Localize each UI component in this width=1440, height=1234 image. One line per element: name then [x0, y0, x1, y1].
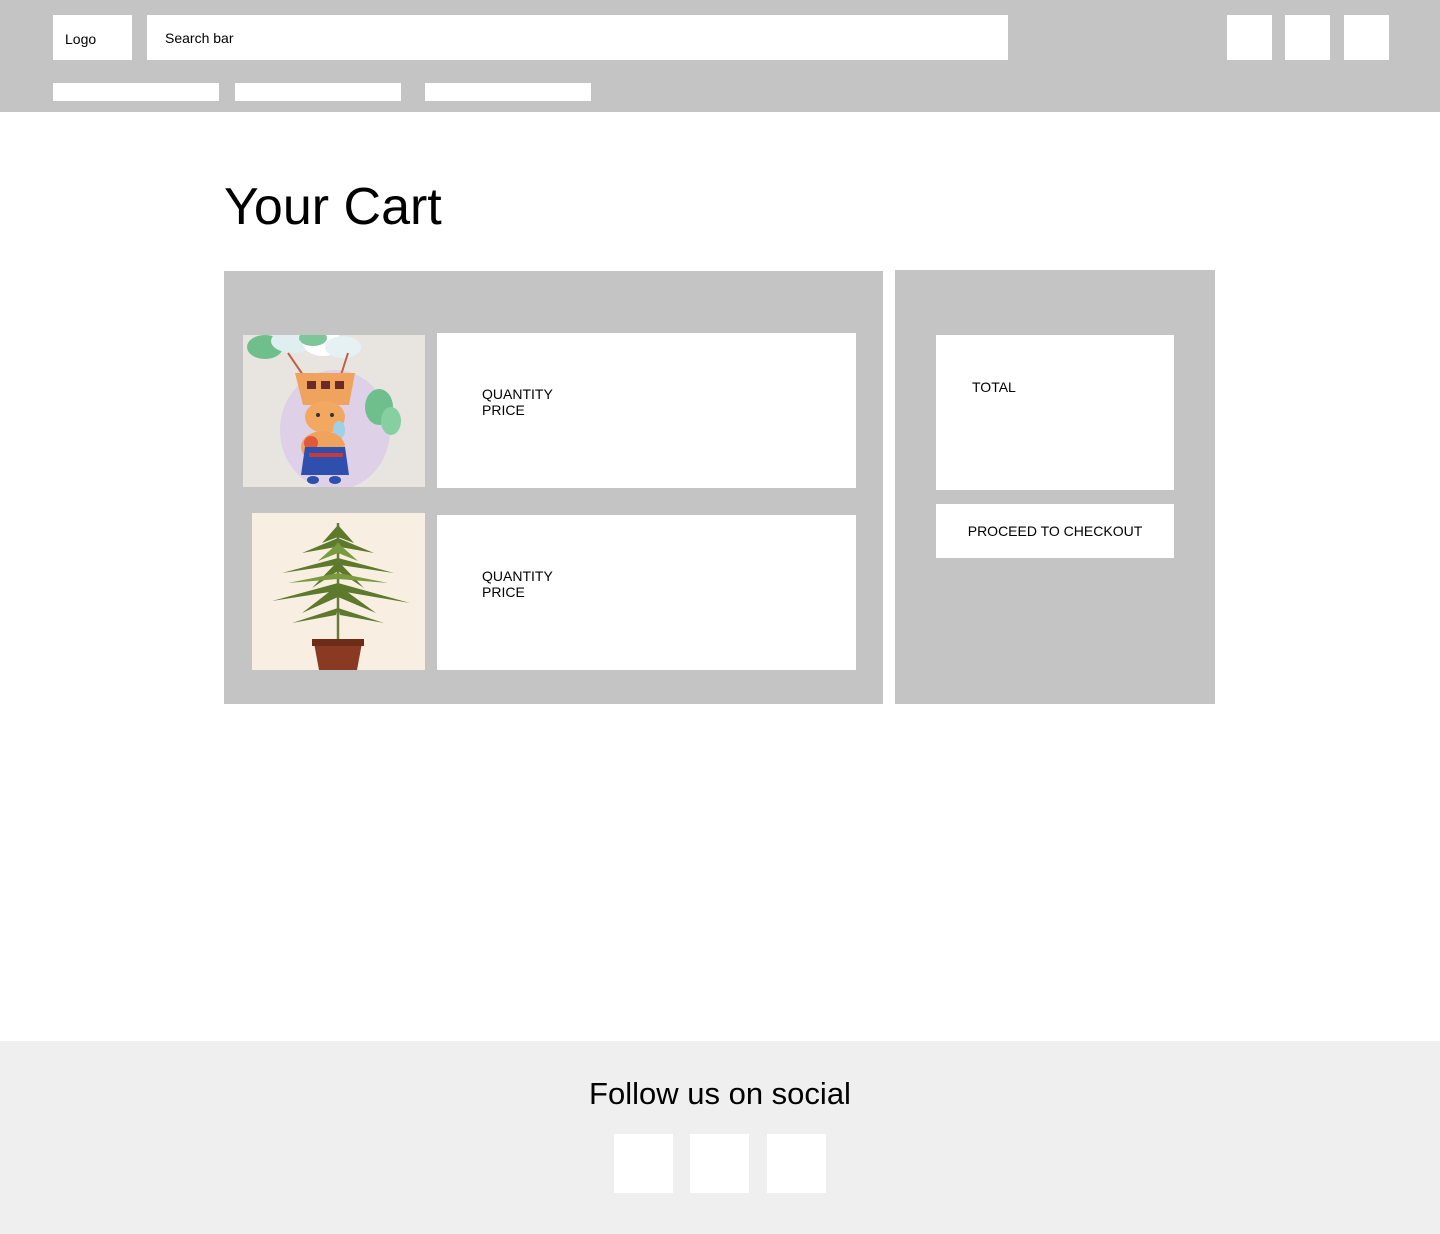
social-icon-1[interactable] [614, 1134, 673, 1193]
price-label: PRICE [482, 584, 525, 600]
checkout-label: PROCEED TO CHECKOUT [967, 523, 1143, 539]
site-header: Logo [0, 0, 1440, 112]
header-icon-button-2[interactable] [1285, 15, 1330, 60]
social-icon-3[interactable] [767, 1134, 826, 1193]
site-footer: Follow us on social [0, 1041, 1440, 1234]
cart-item-details-1: QUANTITY PRICE [437, 333, 856, 488]
logo-label: Logo [65, 31, 97, 47]
cart-item-info-2: QUANTITY PRICE [482, 568, 553, 600]
header-icon-button-3[interactable] [1344, 15, 1389, 60]
nav-item-2[interactable] [235, 83, 401, 101]
cart-item-image-2[interactable] [252, 513, 425, 670]
page-title: Your Cart [224, 178, 442, 236]
page: Logo Your Cart [0, 0, 1440, 1234]
total-box: TOTAL [936, 335, 1174, 490]
potted-plant-illustration [252, 513, 425, 670]
cart-item-info-1: QUANTITY PRICE [482, 386, 553, 418]
nav-item-1[interactable] [53, 83, 219, 101]
footer-title: Follow us on social [589, 1076, 851, 1111]
total-label: TOTAL [972, 379, 1016, 395]
social-icon-2[interactable] [690, 1134, 749, 1193]
price-label: PRICE [482, 402, 525, 418]
header-icon-button-1[interactable] [1227, 15, 1272, 60]
proceed-to-checkout-button[interactable]: PROCEED TO CHECKOUT [936, 504, 1174, 558]
quantity-label: QUANTITY [482, 386, 553, 402]
nav-item-3[interactable] [425, 83, 591, 101]
cart-item-image-1[interactable] [243, 335, 425, 487]
bear-sticker-illustration [243, 335, 425, 487]
cart-item-details-2: QUANTITY PRICE [437, 515, 856, 670]
quantity-label: QUANTITY [482, 568, 553, 584]
search-input[interactable] [147, 15, 1008, 60]
logo[interactable]: Logo [53, 15, 132, 60]
